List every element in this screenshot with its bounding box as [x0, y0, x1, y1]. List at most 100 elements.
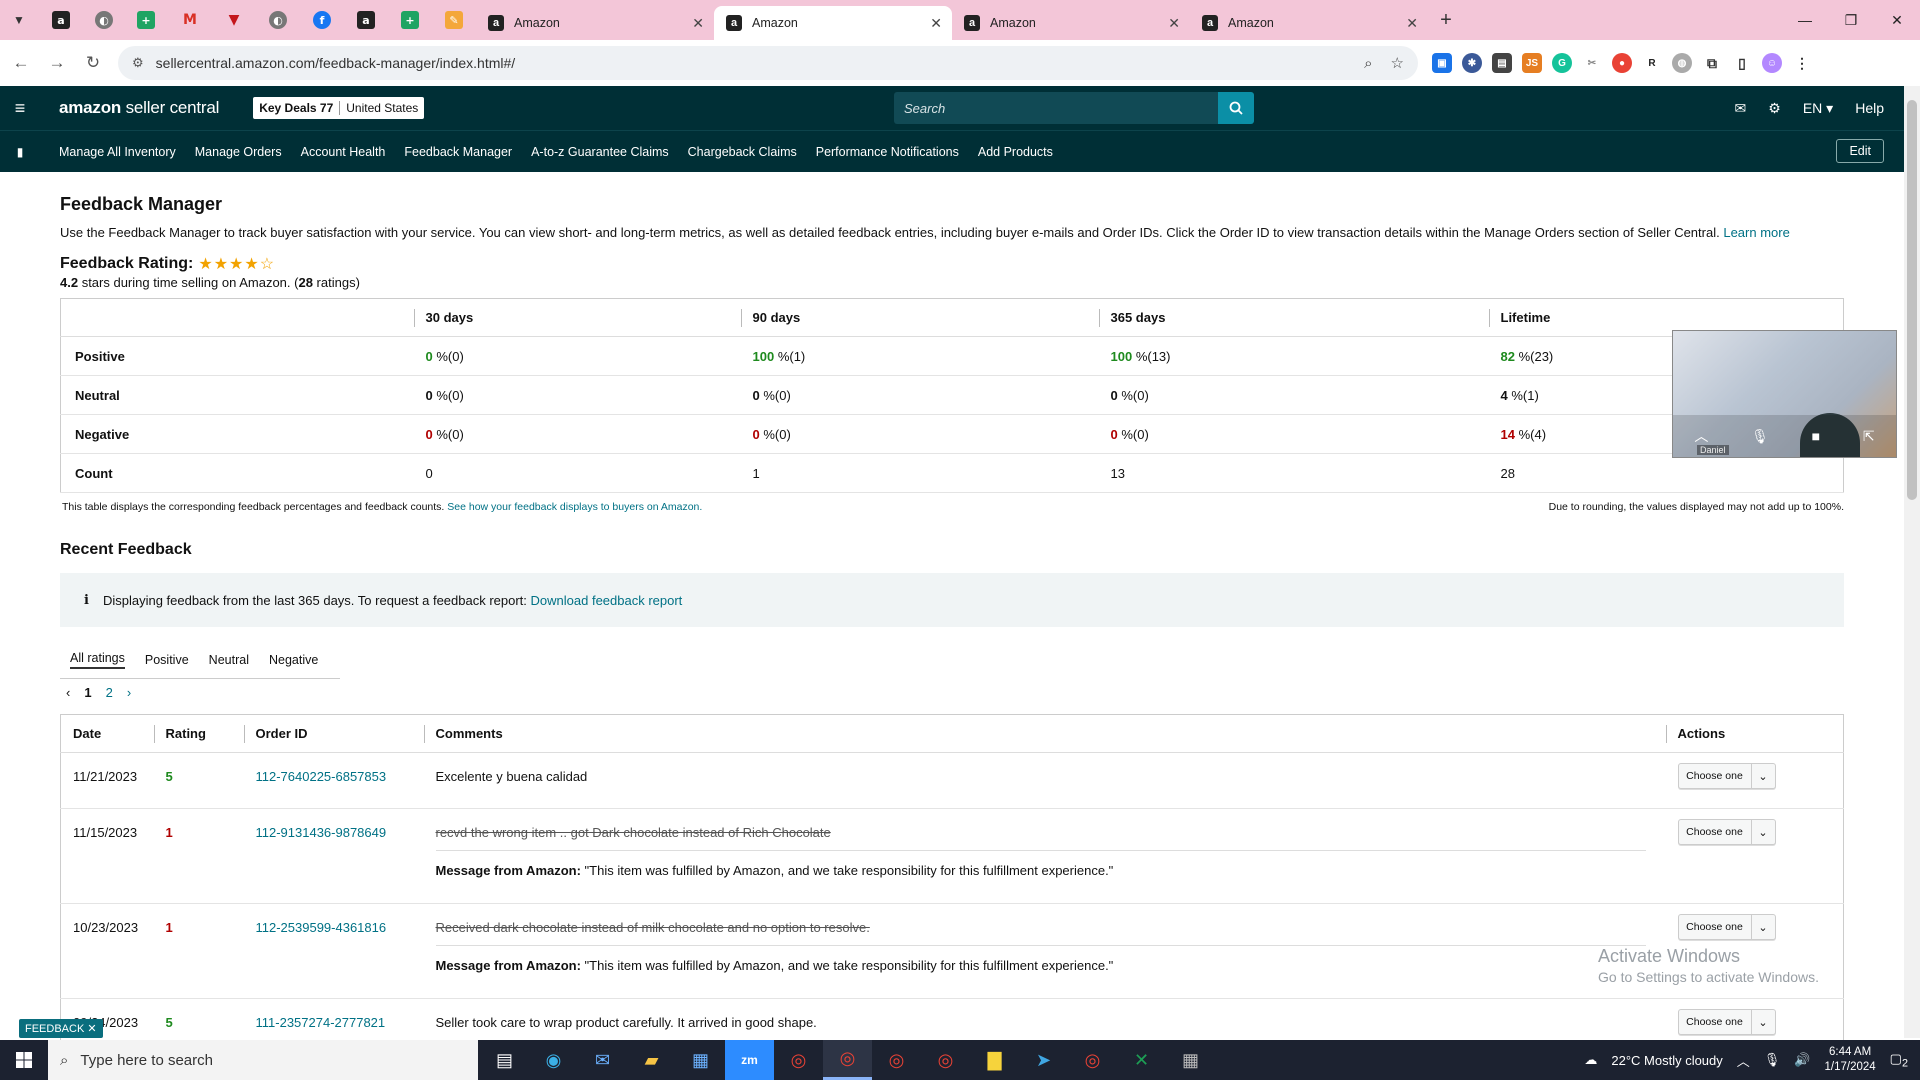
order-id-link[interactable]: 112-9131436-9878649 — [256, 825, 387, 840]
clock[interactable]: 6:44 AM 1/17/2024 — [1825, 1045, 1876, 1075]
site-info-icon[interactable]: ⚙ — [132, 55, 144, 71]
store-selector[interactable]: Key Deals 77 United States — [253, 97, 425, 119]
order-id-link[interactable]: 112-2539599-4361816 — [256, 920, 387, 935]
tab-positive[interactable]: Positive — [145, 653, 189, 667]
microphone-icon[interactable]: 🎙 — [1764, 1052, 1781, 1068]
nav-feedback-manager[interactable]: Feedback Manager — [404, 145, 512, 159]
browser-tab[interactable]: a Amazon ✕ — [476, 6, 714, 40]
share-icon[interactable]: ⇱ — [1863, 428, 1875, 445]
extension-icon[interactable]: R — [1642, 53, 1662, 73]
new-tab-button[interactable]: + — [1428, 9, 1464, 32]
store-icon[interactable]: ▦ — [676, 1040, 725, 1080]
camera-icon[interactable]: ■ — [1812, 428, 1820, 444]
chrome-icon[interactable]: ◎ — [872, 1040, 921, 1080]
edge-icon[interactable]: ◉ — [529, 1040, 578, 1080]
pinned-tab-globe-2[interactable]: ◐ — [256, 0, 300, 40]
zoom-icon[interactable]: zm — [725, 1040, 774, 1080]
extension-icon[interactable]: ▤ — [1492, 53, 1512, 73]
pinned-tab-facebook[interactable]: f — [300, 0, 344, 40]
action-select[interactable]: Choose one ⌄ — [1677, 1009, 1776, 1035]
minimize-icon[interactable]: — — [1782, 0, 1828, 40]
page-scrollbar[interactable] — [1904, 86, 1920, 1038]
restore-icon[interactable]: ❐ — [1828, 0, 1874, 40]
grammarly-icon[interactable]: G — [1552, 53, 1572, 73]
extension-icon[interactable]: ● — [1612, 53, 1632, 73]
close-tab-icon[interactable]: ✕ — [930, 15, 942, 32]
scrollbar-thumb[interactable] — [1907, 100, 1917, 500]
video-call-widget[interactable]: ︿ 🎙 ■ ⇱ Daniel — [1672, 330, 1897, 458]
pinned-tab-globe[interactable]: ◐ — [84, 0, 124, 40]
hamburger-menu-icon[interactable]: ≡ — [0, 98, 40, 119]
pinned-tab-amazon-2[interactable]: a — [344, 0, 388, 40]
nav-chargeback-claims[interactable]: Chargeback Claims — [688, 145, 797, 159]
close-tab-icon[interactable]: ✕ — [1406, 15, 1418, 32]
tab-all-ratings[interactable]: All ratings — [70, 651, 125, 669]
order-id-link[interactable]: 112-7640225-6857853 — [256, 769, 387, 784]
pinned-tab-app[interactable]: ▼ — [212, 0, 256, 40]
chrome-icon[interactable]: ◎ — [1068, 1040, 1117, 1080]
page-1[interactable]: 1 — [84, 685, 91, 700]
extensions-puzzle-icon[interactable]: ⧉ — [1702, 53, 1722, 73]
pinned-tab-amazon[interactable]: a — [38, 0, 84, 40]
close-window-icon[interactable]: ✕ — [1874, 0, 1920, 40]
nav-add-products[interactable]: Add Products — [978, 145, 1053, 159]
side-panel-icon[interactable]: ▯ — [1732, 53, 1752, 73]
help-link[interactable]: Help — [1855, 100, 1884, 116]
language-selector[interactable]: EN ▾ — [1803, 100, 1833, 117]
learn-more-link[interactable]: Learn more — [1723, 225, 1789, 240]
task-view-icon[interactable]: ▤ — [480, 1040, 529, 1080]
buyer-display-link[interactable]: See how your feedback displays to buyers… — [447, 501, 702, 513]
back-icon[interactable]: ← — [6, 48, 36, 78]
tray-chevron-icon[interactable]: ︿ — [1737, 1051, 1750, 1070]
search-button[interactable] — [1218, 92, 1254, 124]
extension-icon[interactable]: ▣ — [1432, 53, 1452, 73]
action-select[interactable]: Choose one ⌄ — [1677, 819, 1776, 845]
tab-negative[interactable]: Negative — [269, 653, 318, 667]
pinned-tab-sheets[interactable]: + — [124, 0, 168, 40]
settings-gear-icon[interactable]: ⚙ — [1768, 100, 1781, 117]
extension-icon[interactable]: JS — [1522, 53, 1542, 73]
close-tab-icon[interactable]: ✕ — [692, 15, 704, 32]
volume-icon[interactable]: 🔊 — [1794, 1052, 1810, 1068]
pinned-tab-gmail[interactable]: M — [168, 0, 212, 40]
weather-text[interactable]: 22°C Mostly cloudy — [1611, 1053, 1722, 1068]
file-explorer-icon[interactable]: ▰ — [627, 1040, 676, 1080]
action-select[interactable]: Choose one ⌄ — [1677, 914, 1776, 940]
extension-icon[interactable]: ✂ — [1582, 53, 1602, 73]
excel-icon[interactable]: ✕ — [1117, 1040, 1166, 1080]
chrome-icon[interactable]: ◎ — [921, 1040, 970, 1080]
browser-tab-active[interactable]: a Amazon ✕ — [714, 6, 952, 40]
url-bar[interactable]: ⚙ sellercentral.amazon.com/feedback-mana… — [118, 46, 1418, 80]
chrome-icon[interactable]: ◎ — [774, 1040, 823, 1080]
pinned-tab-sheets-2[interactable]: + — [388, 0, 432, 40]
forward-icon[interactable]: → — [42, 48, 72, 78]
sticky-notes-icon[interactable]: ▇ — [970, 1040, 1019, 1080]
order-id-link[interactable]: 111-2357274-2777821 — [256, 1015, 386, 1030]
nav-a-to-z-claims[interactable]: A-to-z Guarantee Claims — [531, 145, 669, 159]
zoom-icon[interactable]: ⌕ — [1364, 55, 1372, 72]
notifications-icon[interactable]: ▢2 — [1890, 1051, 1908, 1070]
page-2[interactable]: 2 — [106, 685, 113, 700]
tab-search-icon[interactable]: ▼ — [0, 0, 38, 40]
prev-page-icon[interactable]: ‹ — [66, 685, 70, 700]
edit-nav-button[interactable]: Edit — [1836, 139, 1884, 163]
next-page-icon[interactable]: › — [127, 685, 131, 700]
chrome-active-icon[interactable]: ◎ — [823, 1040, 872, 1080]
action-select[interactable]: Choose one ⌄ — [1677, 763, 1776, 789]
tab-neutral[interactable]: Neutral — [209, 653, 249, 667]
chevron-up-icon[interactable]: ︿ — [1694, 426, 1708, 446]
browser-tab[interactable]: a Amazon ✕ — [952, 6, 1190, 40]
mic-muted-icon[interactable]: 🎙 — [1751, 428, 1769, 445]
nav-performance-notifications[interactable]: Performance Notifications — [816, 145, 959, 159]
search-input[interactable]: Search — [894, 92, 1218, 124]
browser-tab[interactable]: a Amazon ✕ — [1190, 6, 1428, 40]
reload-icon[interactable]: ↻ — [78, 48, 108, 78]
seller-central-logo[interactable]: amazon seller central — [59, 98, 219, 118]
windows-start-icon[interactable] — [0, 1040, 48, 1080]
mail-app-icon[interactable]: ✉ — [578, 1040, 627, 1080]
nav-manage-all-inventory[interactable]: Manage All Inventory — [59, 145, 176, 159]
nav-manage-orders[interactable]: Manage Orders — [195, 145, 282, 159]
mail-icon[interactable]: ✉ — [1735, 100, 1747, 117]
taskbar-search[interactable]: ⌕ Type here to search — [48, 1040, 478, 1080]
close-tab-icon[interactable]: ✕ — [1168, 15, 1180, 32]
